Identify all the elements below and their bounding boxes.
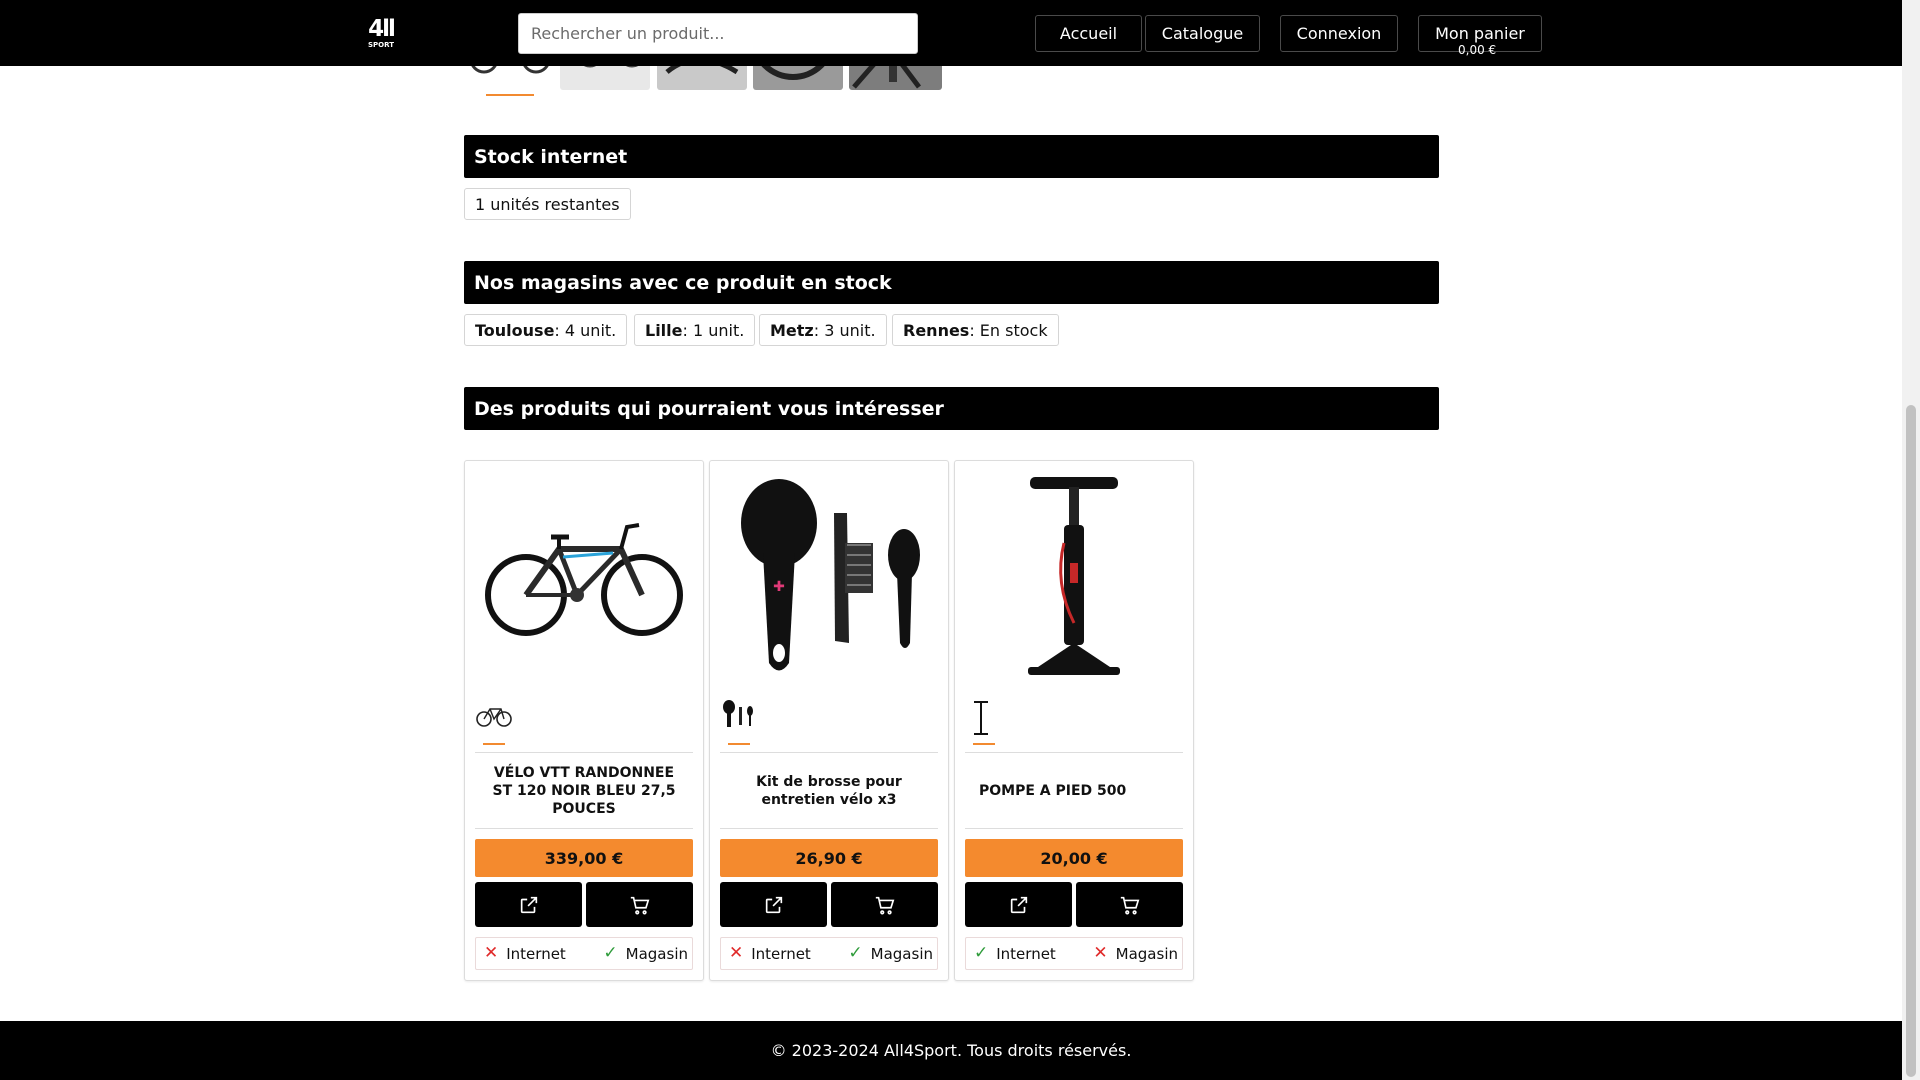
store-stock-chip: Toulouse : 4 unit. [464,314,628,346]
product-price: 26,90 € [720,839,938,877]
external-link-icon [520,896,537,913]
brush-kit-thumbnail-icon[interactable] [720,699,758,729]
check-icon: ✓ [603,943,618,963]
add-to-cart-button[interactable] [1076,882,1183,927]
store-stock-chip: Rennes : En stock [892,314,1059,346]
nav-login-button[interactable]: Connexion [1280,15,1398,52]
internet-availability: Internet [506,944,566,963]
pump-thumbnail-icon[interactable] [965,699,1003,735]
open-product-button[interactable] [720,882,827,927]
bike-icon[interactable] [475,473,693,683]
product-name[interactable]: VÉLO VTT RANDONNEE ST 120 NOIR BLEU 27,5… [475,753,693,828]
store-city: Rennes [903,320,970,340]
divider [475,828,693,829]
site-logo[interactable]: 4ll SPORT [364,17,398,51]
scrollbar-thumb[interactable] [1906,405,1916,1077]
store-city: Lille [645,320,683,340]
external-link-icon [1010,896,1027,913]
availability-bar: ✓ Internet ✕ Magasin [965,937,1183,970]
divider [965,828,1183,829]
open-product-button[interactable] [965,882,1072,927]
store-stock-value: : 1 unit. [682,320,745,340]
footer: © 2023-2024 All4Sport. Tous droits réser… [0,1021,1902,1080]
store-availability: Magasin [870,944,933,963]
add-to-cart-button[interactable] [586,882,693,927]
availability-bar: ✕ Internet ✓ Magasin [720,937,938,970]
store-stock-chip: Metz : 3 unit. [759,314,887,346]
store-stock-chip: Lille : 1 unit. [634,314,756,346]
search-input[interactable] [518,13,918,54]
product-card: ✚ Kit de brosse pour entretien vélo x3 2… [709,460,949,981]
copyright-text: © 2023-2024 All4Sport. Tous droits réser… [770,1041,1132,1060]
internet-availability: Internet [996,944,1056,963]
page: 4ll SPORT Accueil Catalogue Connexion Mo… [0,0,1920,1080]
related-products-title: Des produits qui pourraient vous intéres… [464,387,1439,430]
nav-home-button[interactable]: Accueil [1035,15,1142,52]
cross-icon: ✕ [729,943,744,963]
product-price: 20,00 € [965,839,1183,877]
stock-remaining-badge: 1 unités restantes [464,188,631,220]
product-name[interactable]: Kit de brosse pour entretien vélo x3 [720,753,938,828]
vertical-scrollbar[interactable] [1902,0,1920,1080]
stock-internet-title: Stock internet [464,135,1439,178]
availability-bar: ✕ Internet ✓ Magasin [475,937,693,970]
cross-icon: ✕ [484,943,499,963]
thumbnail-indicator [483,743,505,745]
cross-icon: ✕ [1093,943,1108,963]
brush-kit-icon[interactable]: ✚ [720,473,938,683]
product-name[interactable]: POMPE A PIED 500 [965,753,1183,828]
active-thumbnail-indicator [486,94,534,96]
divider [720,828,938,829]
external-link-icon [765,896,782,913]
store-stock-value: : 3 unit. [813,320,876,340]
thumbnail-indicator [728,743,750,745]
internet-availability: Internet [751,944,811,963]
store-stock-value: : 4 unit. [554,320,617,340]
store-city: Toulouse [475,320,555,340]
store-stock-value: : En stock [969,320,1048,340]
cart-icon [1120,896,1139,914]
thumbnail-indicator [973,743,995,745]
bike-thumbnail-icon[interactable] [475,699,513,729]
cart-icon [875,896,894,914]
svg-text:✚: ✚ [773,579,785,595]
store-availability: Magasin [1115,944,1178,963]
check-icon: ✓ [974,943,989,963]
product-card: VÉLO VTT RANDONNEE ST 120 NOIR BLEU 27,5… [464,460,704,981]
add-to-cart-button[interactable] [831,882,938,927]
open-product-button[interactable] [475,882,582,927]
check-icon: ✓ [848,943,863,963]
nav-catalog-button[interactable]: Catalogue [1145,15,1260,52]
floor-pump-icon[interactable] [965,473,1183,683]
product-price: 339,00 € [475,839,693,877]
store-city: Metz [770,320,814,340]
store-availability: Magasin [625,944,688,963]
product-card: POMPE A PIED 500 20,00 € ✓ Internet ✕ Maga… [954,460,1194,981]
top-navbar: 4ll SPORT Accueil Catalogue Connexion Mo… [0,0,1902,66]
stores-title: Nos magasins avec ce produit en stock [464,261,1439,304]
cart-icon [630,896,649,914]
cart-total: 0,00 € [1458,43,1497,57]
